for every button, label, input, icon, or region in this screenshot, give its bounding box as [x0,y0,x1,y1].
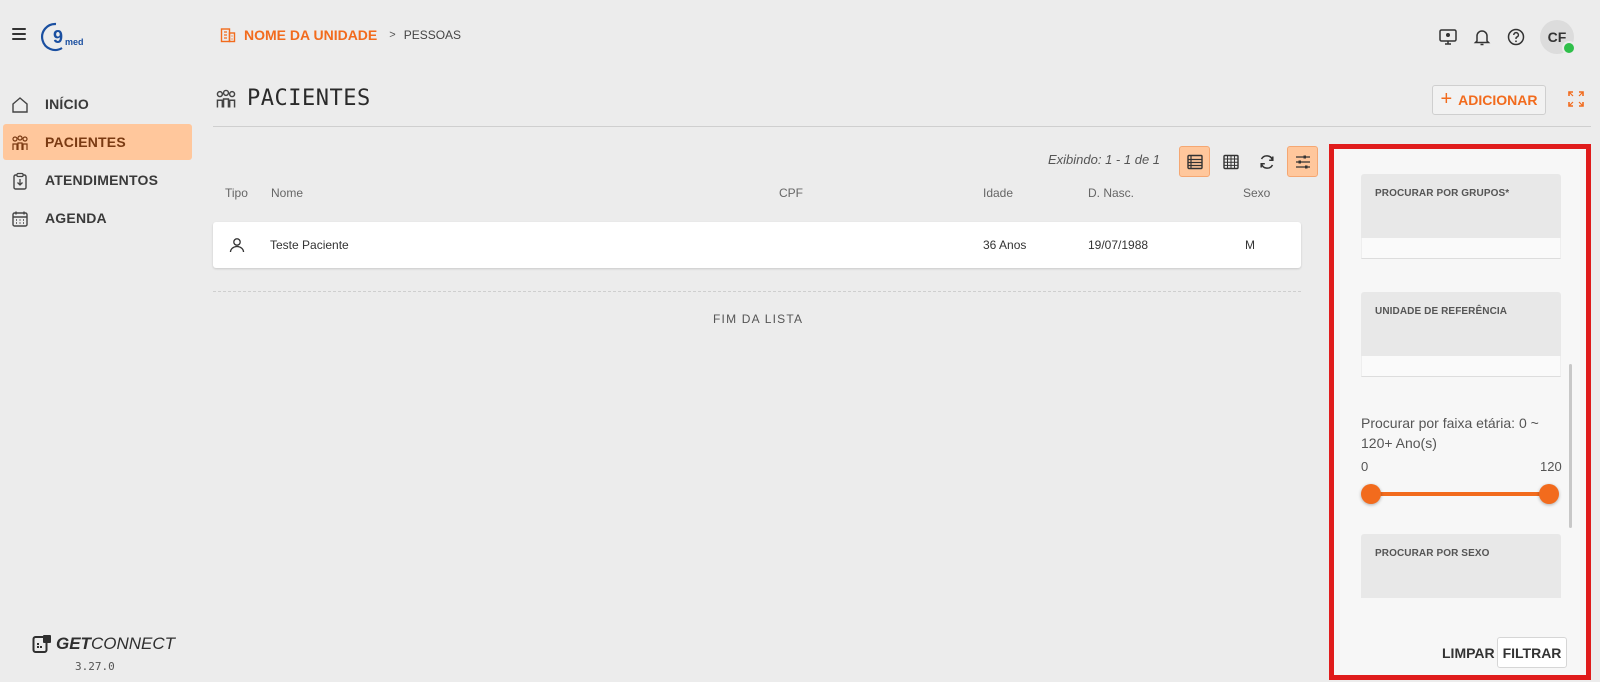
view-toolbar [1179,146,1318,177]
col-header-cpf[interactable]: CPF [779,186,803,200]
col-header-nome[interactable]: Nome [271,186,303,200]
brand-text-bold: GET [56,634,91,653]
table-header: Tipo Nome CPF Idade D. Nasc. Sexo [213,186,1301,202]
hamburger-menu-icon[interactable] [12,28,26,40]
user-avatar[interactable]: CF [1540,20,1576,55]
people-icon [216,89,236,108]
breadcrumb: NOME DA UNIDADE > PESSOAS [220,27,461,43]
filter-scrollbar[interactable] [1569,364,1572,528]
end-of-list-label: FIM DA LISTA [713,312,804,326]
getconnect-brand: GET CONNECT [32,634,175,654]
sidebar-item-label: INÍCIO [45,96,89,112]
clear-button[interactable]: LIMPAR [1436,639,1501,667]
list-end-divider [213,291,1301,292]
sidebar-item-label: ATENDIMENTOS [45,172,159,188]
age-min-value: 0 [1361,459,1369,474]
sidebar: 9 med INÍCIO PACIENTES ATENDIMENTOS AGEN… [0,0,200,682]
cell-nasc: 19/07/1988 [1088,238,1149,252]
monitor-icon[interactable] [1438,27,1458,47]
age-max-value: 120 [1540,459,1562,474]
table-row[interactable]: Teste Paciente 36 Anos 19/07/1988 M [213,222,1301,268]
building-icon [220,28,236,43]
svg-text:9: 9 [53,27,63,47]
add-button[interactable]: + ADICIONAR [1432,85,1546,115]
groups-select-label: PROCURAR POR GRUPOS* [1375,188,1510,199]
col-header-tipo[interactable]: Tipo [225,186,248,200]
sidebar-item-pacientes[interactable]: PACIENTES [3,124,192,160]
sidebar-item-label: PACIENTES [45,134,126,150]
clipboard-icon [13,172,27,190]
sex-select-label: PROCURAR POR SEXO [1375,548,1490,559]
refresh-icon [1259,154,1274,169]
sex-select[interactable]: PROCURAR POR SEXO [1361,534,1561,598]
filter-panel: PROCURAR POR GRUPOS* UNIDADE DE REFERÊNC… [1329,144,1591,680]
add-button-label: ADICIONAR [1458,92,1538,108]
list-view-icon [1186,154,1203,169]
help-icon[interactable] [1506,27,1526,47]
person-icon [229,238,245,253]
col-header-nasc[interactable]: D. Nasc. [1088,186,1134,200]
groups-select[interactable]: PROCURAR POR GRUPOS* [1361,174,1561,259]
filter-actions: LIMPAR FILTRAR [1334,627,1586,675]
breadcrumb-unit[interactable]: NOME DA UNIDADE [244,27,377,43]
cell-nome: Teste Paciente [270,238,349,252]
age-min-handle[interactable] [1361,484,1381,504]
getconnect-logo-icon [32,635,51,653]
people-icon [12,135,28,150]
brand-text-light: CONNECT [90,634,176,653]
table-icon [1222,154,1239,169]
svg-text:med: med [65,37,84,47]
sidebar-item-atendimentos[interactable]: ATENDIMENTOS [3,162,192,198]
app-version: 3.27.0 [75,660,115,673]
col-header-sexo[interactable]: Sexo [1243,186,1270,200]
sidebar-item-agenda[interactable]: AGENDA [3,200,192,236]
sidebar-nav: INÍCIO PACIENTES ATENDIMENTOS AGENDA [0,84,200,238]
pagination-info: Exibindo: 1 - 1 de 1 [1048,152,1161,167]
cell-sexo: M [1245,238,1255,252]
filter-toggle-button[interactable] [1287,146,1318,177]
refresh-button[interactable] [1251,146,1282,177]
fullscreen-icon[interactable] [1567,90,1585,108]
calendar-icon [12,211,28,227]
home-icon [12,97,28,113]
grid-view-button[interactable] [1215,146,1246,177]
age-max-handle[interactable] [1539,484,1559,504]
sliders-icon [1295,155,1310,168]
sidebar-item-inicio[interactable]: INÍCIO [3,86,192,122]
cell-idade: 36 Anos [983,238,1027,252]
page-title: PACIENTES [215,86,371,111]
breadcrumb-separator: > [389,29,396,41]
page-title-text: PACIENTES [247,86,371,111]
breadcrumb-page: PESSOAS [403,28,462,42]
title-divider [213,126,1591,127]
reference-unit-label: UNIDADE DE REFERÊNCIA [1375,306,1508,317]
age-range-slider[interactable] [1361,484,1559,504]
plus-icon: + [1440,88,1453,110]
bell-icon[interactable] [1472,27,1492,47]
header-actions: CF [1438,20,1576,55]
reference-unit-select[interactable]: UNIDADE DE REFERÊNCIA [1361,292,1561,377]
filter-button[interactable]: FILTRAR [1497,637,1567,668]
col-header-idade[interactable]: Idade [983,186,1013,200]
list-view-button[interactable] [1179,146,1210,177]
sidebar-item-label: AGENDA [45,210,107,226]
9med-logo[interactable]: 9 med [40,20,100,52]
online-status-badge [1562,41,1576,55]
age-range-label: Procurar por faixa etária: 0 ~ 120+ Ano(… [1361,415,1539,451]
